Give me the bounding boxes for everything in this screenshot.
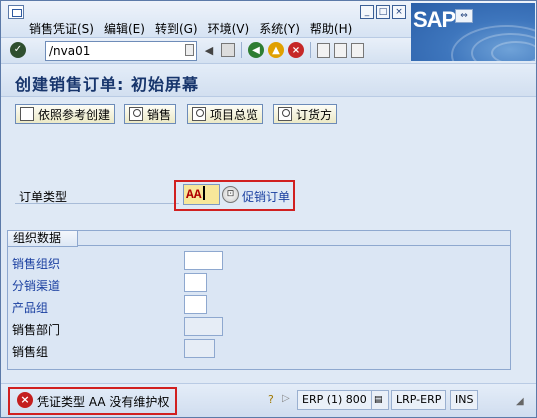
- cancel-icon[interactable]: ×: [288, 42, 304, 58]
- sales-org-label: 销售组织: [12, 257, 61, 271]
- status-bar: × 凭证类型 AA 没有维护权 ? ▷ ERP (1) 800 ▤ LRP-ER…: [1, 383, 536, 417]
- order-type-value: AA: [186, 187, 202, 202]
- sales-button[interactable]: 销售: [124, 104, 177, 124]
- sap-logo-text: SAP: [413, 7, 456, 32]
- toolbar-icons: ◀ ◀ ▲ ×: [201, 42, 364, 58]
- org-data-title: 组织数据: [8, 231, 78, 247]
- menu-goto[interactable]: 转到(G): [150, 20, 203, 37]
- triangle-left-icon[interactable]: ◀: [201, 42, 217, 58]
- title-bar: 创建销售订单: 初始屏幕: [1, 63, 536, 97]
- command-field[interactable]: /nva01: [45, 41, 197, 61]
- menu-help[interactable]: 帮助(H): [305, 20, 357, 37]
- division-input[interactable]: [184, 295, 207, 314]
- server-info: LRP-ERP: [391, 390, 447, 410]
- menu-system[interactable]: 系统(Y): [254, 20, 305, 37]
- distribution-channel-input[interactable]: [184, 273, 207, 292]
- command-dropdown-icon[interactable]: [185, 44, 194, 56]
- session-info-icon[interactable]: ▤: [371, 390, 389, 410]
- sap-logo: SAP ⇔: [411, 3, 535, 61]
- create-with-reference-label: 依照参考创建: [38, 107, 111, 122]
- sold-to-party-button[interactable]: 订货方: [273, 104, 338, 124]
- create-with-reference-button[interactable]: 依照参考创建: [15, 104, 116, 124]
- save-icon[interactable]: [221, 43, 235, 57]
- person-icon: [192, 107, 206, 121]
- person-icon: [278, 107, 292, 121]
- sold-to-party-label: 订货方: [296, 107, 333, 122]
- find-next-icon[interactable]: [351, 42, 364, 58]
- sap-window: 销售凭证(S) 编辑(E) 转到(G) 环境(V) 系统(Y) 帮助(H) _ …: [0, 0, 537, 418]
- close-button[interactable]: ×: [392, 5, 406, 19]
- distribution-channel-label: 分销渠道: [12, 279, 61, 293]
- enter-icon[interactable]: ✓: [10, 42, 26, 58]
- print-icon[interactable]: [317, 42, 330, 58]
- window-controls: _ □ ×: [360, 5, 406, 19]
- swap-icon[interactable]: ⇔: [455, 9, 473, 23]
- help-icon[interactable]: ?: [268, 393, 279, 407]
- org-data-group: 组织数据 销售组织 分销渠道 产品组 销售部门 销售组: [7, 230, 511, 370]
- item-overview-label: 项目总览: [210, 107, 259, 122]
- copy-icon: [20, 107, 34, 121]
- system-info-text: ERP (1) 800: [302, 393, 367, 406]
- toolbar-separator: [310, 42, 311, 58]
- back-icon[interactable]: ◀: [248, 42, 264, 58]
- order-type-input[interactable]: AA: [183, 184, 220, 205]
- find-icon[interactable]: [334, 42, 347, 58]
- error-icon: ×: [17, 392, 33, 408]
- search-help-icon[interactable]: ⊡: [222, 186, 239, 203]
- sales-group-input[interactable]: [184, 339, 215, 358]
- sales-office-label: 销售部门: [12, 323, 61, 337]
- menu-items: 销售凭证(S) 编辑(E) 转到(G) 环境(V) 系统(Y) 帮助(H): [29, 20, 357, 37]
- person-icon: [129, 107, 143, 121]
- application-toolbar: 依照参考创建 销售 项目总览 订货方: [1, 97, 536, 131]
- page-title: 创建销售订单: 初始屏幕: [15, 75, 199, 94]
- system-menu-icon[interactable]: [8, 5, 24, 19]
- sales-org-input[interactable]: [184, 251, 223, 270]
- sales-group-label: 销售组: [12, 345, 49, 359]
- resize-grip-icon[interactable]: ◢: [516, 396, 524, 407]
- division-label: 产品组: [12, 301, 49, 315]
- system-toolbar: ✓ /nva01 ◀ ◀ ▲ ×: [1, 37, 411, 63]
- expand-triangle-icon[interactable]: ▷: [282, 393, 290, 404]
- sales-office-input[interactable]: [184, 317, 223, 336]
- menu-sales-document[interactable]: 销售凭证(S): [29, 20, 99, 37]
- menu-environment[interactable]: 环境(V): [203, 20, 255, 37]
- exit-icon[interactable]: ▲: [268, 42, 284, 58]
- minimize-button[interactable]: _: [360, 5, 374, 19]
- order-type-underline: [15, 203, 179, 204]
- item-overview-button[interactable]: 项目总览: [187, 104, 264, 124]
- order-type-description: 促销订单: [242, 190, 291, 204]
- maximize-button[interactable]: □: [376, 5, 390, 19]
- toolbar-separator: [241, 42, 242, 58]
- group-divider: [78, 245, 510, 246]
- main-content: 订单类型 AA ⊡ 促销订单 组织数据 销售组织 分销渠道 产品组 销售部门 销…: [1, 131, 536, 381]
- insert-mode[interactable]: INS: [450, 390, 479, 410]
- sales-label: 销售: [147, 107, 172, 122]
- system-info: ERP (1) 800: [297, 390, 372, 410]
- text-cursor: [202, 186, 205, 200]
- menu-edit[interactable]: 编辑(E): [99, 20, 150, 37]
- status-message[interactable]: 凭证类型 AA 没有维护权: [37, 393, 169, 410]
